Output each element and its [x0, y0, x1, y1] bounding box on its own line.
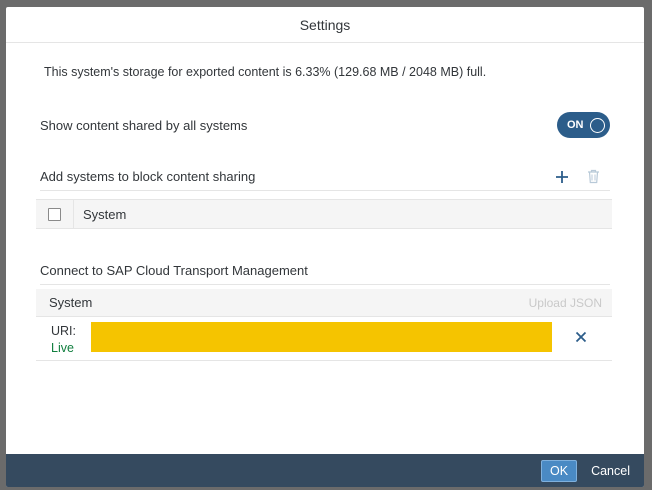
- ok-button[interactable]: OK: [541, 459, 578, 482]
- block-sharing-label: Add systems to block content sharing: [40, 169, 256, 184]
- select-all-cell: [36, 200, 74, 228]
- show-shared-row: Show content shared by all systems ON: [40, 111, 610, 139]
- toggle-state-label: ON: [567, 119, 584, 131]
- dialog-title: Settings: [299, 16, 351, 33]
- uri-label: URI:: [51, 324, 76, 338]
- toggle-knob-icon: [590, 117, 605, 133]
- block-sharing-row: Add systems to block content sharing: [40, 163, 610, 191]
- block-sharing-actions: [555, 169, 610, 184]
- redacted-uri-value: [91, 322, 552, 352]
- show-shared-label: Show content shared by all systems: [40, 117, 248, 133]
- cancel-button[interactable]: Cancel: [587, 460, 634, 482]
- show-shared-toggle[interactable]: ON: [557, 112, 610, 138]
- transport-table-header: System Upload JSON: [36, 289, 612, 317]
- column-header-system[interactable]: System: [74, 207, 126, 222]
- transport-column-system: System: [49, 295, 93, 310]
- upload-json-button[interactable]: Upload JSON: [529, 296, 602, 310]
- blocked-systems-table-header: System: [36, 199, 612, 229]
- close-icon[interactable]: [575, 331, 587, 346]
- status-badge: Live: [51, 341, 74, 355]
- trash-icon[interactable]: [587, 169, 600, 184]
- dialog-footer: OK Cancel: [6, 454, 644, 487]
- connect-ctm-row: Connect to SAP Cloud Transport Managemen…: [40, 257, 610, 285]
- dialog-header: Settings: [6, 7, 644, 43]
- select-all-checkbox[interactable]: [48, 207, 61, 221]
- table-row: URI: Live: [36, 319, 612, 361]
- settings-dialog: Settings This system's storage for expor…: [6, 7, 644, 487]
- storage-usage-text: This system's storage for exported conte…: [44, 65, 487, 79]
- add-icon[interactable]: [555, 170, 569, 184]
- connect-ctm-label: Connect to SAP Cloud Transport Managemen…: [40, 263, 308, 278]
